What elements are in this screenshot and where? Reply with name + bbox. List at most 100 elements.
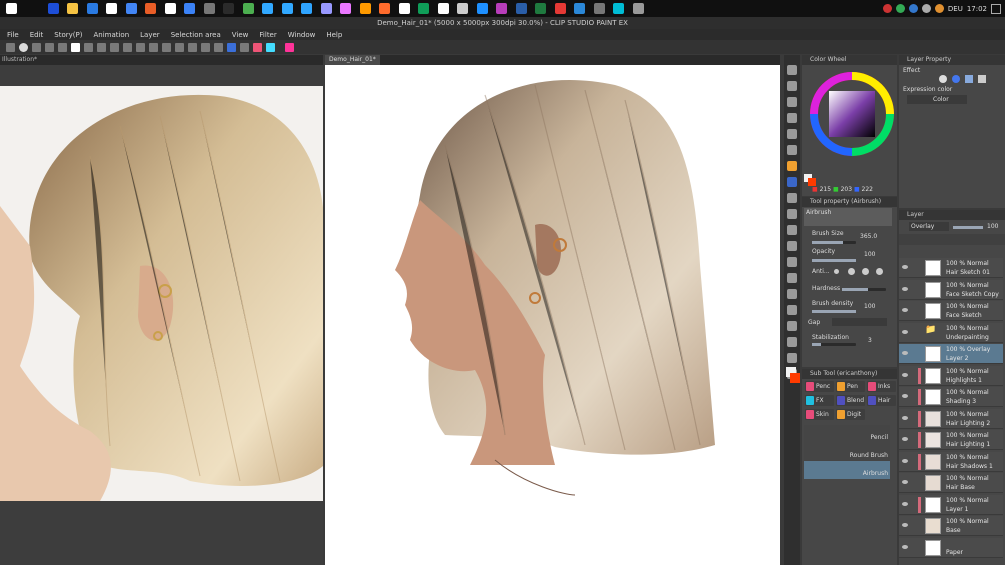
- color-wheel[interactable]: [807, 69, 897, 179]
- transform-icon[interactable]: [162, 42, 171, 52]
- crop-icon[interactable]: [136, 42, 145, 52]
- move-layer-icon[interactable]: [787, 113, 797, 123]
- taskbar-app-icon[interactable]: [281, 3, 293, 14]
- layer-row[interactable]: 100 % Normal Shading 3: [899, 387, 1003, 407]
- sub-tool-group[interactable]: FX: [805, 395, 834, 406]
- opacity-value[interactable]: 100: [864, 251, 875, 258]
- move-tool-icon[interactable]: [787, 81, 797, 91]
- snap-icon[interactable]: [214, 42, 223, 52]
- opacity-slider[interactable]: [812, 259, 856, 262]
- border-effect-icon[interactable]: [939, 75, 947, 83]
- white-square-icon[interactable]: [71, 42, 80, 52]
- brush-tool-icon[interactable]: [787, 177, 797, 187]
- eye-icon[interactable]: [902, 372, 908, 377]
- blend-mode-select[interactable]: Overlay: [909, 222, 949, 231]
- taskbar-app-icon[interactable]: [125, 3, 137, 14]
- taskbar-app-icon[interactable]: [574, 3, 585, 14]
- eye-icon[interactable]: [902, 329, 908, 334]
- snap-ruler-icon[interactable]: [227, 42, 236, 52]
- blend-tool-icon[interactable]: [787, 241, 797, 251]
- menu-animation[interactable]: Animation: [93, 31, 129, 39]
- taskbar-app-icon[interactable]: [164, 3, 176, 14]
- notification-icon[interactable]: [991, 3, 1001, 14]
- zoom-tool-icon[interactable]: [787, 65, 797, 75]
- tray-icon[interactable]: [895, 4, 905, 13]
- expression-color-select[interactable]: Color: [907, 95, 967, 104]
- layer-row[interactable]: 100 % Normal Highlights 1: [899, 365, 1003, 386]
- clear-selection-icon[interactable]: [123, 42, 132, 52]
- auto-select-icon[interactable]: [787, 145, 797, 155]
- taskbar-app-icon[interactable]: [593, 3, 605, 14]
- eye-icon[interactable]: [902, 480, 908, 484]
- reference-tab[interactable]: Illustration*: [0, 55, 323, 65]
- paint-app-icon[interactable]: [266, 42, 275, 52]
- taskbar-app-icon[interactable]: [457, 3, 468, 14]
- brush-density-value[interactable]: 100: [864, 303, 875, 310]
- undo-icon[interactable]: [97, 42, 106, 52]
- main-color-swatch[interactable]: [790, 373, 800, 383]
- taskbar-app-icon[interactable]: [632, 3, 644, 14]
- expression-icon[interactable]: [978, 75, 986, 83]
- tray-icon[interactable]: [908, 4, 918, 13]
- ruler-icon[interactable]: [201, 42, 210, 52]
- menu-selection-area[interactable]: Selection area: [171, 31, 221, 39]
- taskbar-app-icon[interactable]: [535, 3, 546, 14]
- taskbar-app-icon[interactable]: [223, 3, 234, 14]
- menu-edit[interactable]: Edit: [30, 31, 44, 39]
- taskbar-app-icon[interactable]: [145, 3, 156, 14]
- tone-effect-icon[interactable]: [952, 75, 960, 83]
- taskbar-app-icon[interactable]: [242, 3, 254, 14]
- eye-icon[interactable]: [902, 458, 908, 463]
- open-file-icon[interactable]: [45, 42, 54, 52]
- layer-row[interactable]: 100 % Overlay Layer 2: [899, 344, 1003, 364]
- taskbar-app-icon[interactable]: [613, 3, 624, 14]
- tray-icon[interactable]: [934, 4, 944, 13]
- layer-row[interactable]: 100 % Normal Face Sketch: [899, 301, 1003, 321]
- taskbar-app-icon[interactable]: [359, 3, 371, 14]
- brush-size-value[interactable]: 365.0: [860, 233, 877, 240]
- save-icon[interactable]: [58, 42, 67, 52]
- redo-icon[interactable]: [110, 42, 119, 52]
- main-color-chip[interactable]: [808, 178, 816, 186]
- taskbar-app-icon[interactable]: [437, 3, 449, 14]
- color-set-icon[interactable]: [253, 42, 262, 52]
- pen-tool-icon[interactable]: [787, 161, 797, 171]
- layer-row[interactable]: 100 % Normal Hair Lighting 1: [899, 430, 1003, 450]
- tray-icon[interactable]: [921, 4, 931, 13]
- eraser-tool-icon[interactable]: [787, 225, 797, 235]
- taskbar-app-icon[interactable]: [47, 3, 59, 14]
- stabilization-value[interactable]: 3: [868, 337, 872, 344]
- stabilization-slider[interactable]: [812, 343, 856, 346]
- taskbar-app-icon[interactable]: [67, 3, 78, 14]
- layer-row[interactable]: 100 % Normal Hair Shadows 1: [899, 451, 1003, 472]
- layer-color-icon[interactable]: [965, 75, 973, 83]
- tray-icon[interactable]: [882, 4, 892, 13]
- menu-view[interactable]: View: [232, 31, 249, 39]
- eye-icon[interactable]: [902, 437, 908, 441]
- taskbar-app-icon[interactable]: [340, 3, 351, 14]
- taskbar-app-icon[interactable]: [379, 3, 390, 14]
- menu-help[interactable]: Help: [326, 31, 342, 39]
- balloon-tool-icon[interactable]: [787, 353, 797, 363]
- taskbar-app-icon[interactable]: [184, 3, 195, 14]
- brush-density-slider[interactable]: [812, 310, 856, 313]
- fill-icon[interactable]: [149, 42, 158, 52]
- eye-icon[interactable]: [902, 308, 908, 312]
- hardness-slider[interactable]: [842, 288, 886, 291]
- menu-icon[interactable]: [6, 42, 15, 52]
- sub-tool-group[interactable]: Digit: [836, 409, 865, 420]
- menu-filter[interactable]: Filter: [259, 31, 276, 39]
- eye-icon[interactable]: [902, 286, 908, 291]
- anti-aliasing-options[interactable]: [832, 267, 892, 276]
- ruler-tool-icon[interactable]: [787, 321, 797, 331]
- canvas-tab[interactable]: Demo_Hair_01*: [325, 55, 380, 65]
- taskbar-app-icon[interactable]: [476, 3, 488, 14]
- taskbar-app-icon[interactable]: [554, 3, 566, 14]
- frame-tool-icon[interactable]: [787, 305, 797, 315]
- drawing-canvas[interactable]: [325, 65, 780, 565]
- assets-icon[interactable]: [285, 42, 294, 52]
- clip-studio-icon[interactable]: [19, 42, 28, 52]
- brush-size-slider[interactable]: [812, 241, 856, 244]
- brush-item-round-brush[interactable]: Round Brush: [804, 443, 890, 461]
- layer-opacity[interactable]: 100: [987, 223, 998, 230]
